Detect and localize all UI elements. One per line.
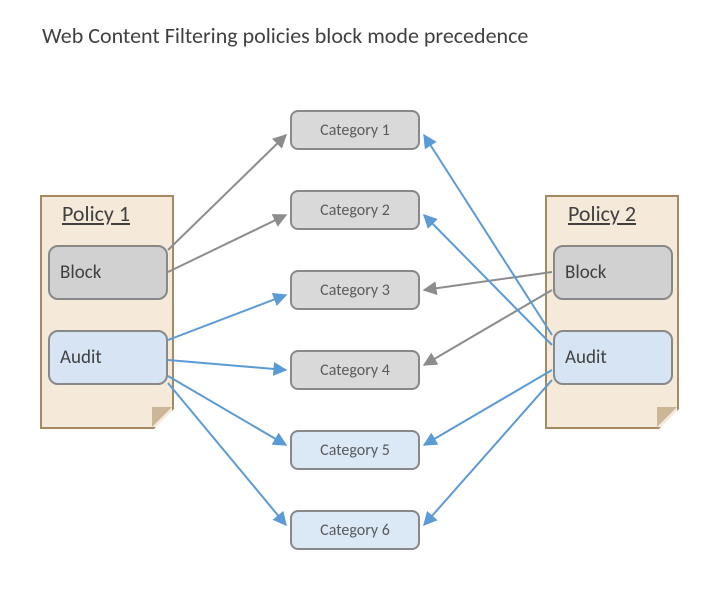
policy-1-audit-label: Audit [60,346,102,369]
arrow-p2audit-c1 [424,135,552,335]
arrow-p2audit-c6 [424,380,552,525]
arrow-p1block-c2 [168,215,286,272]
category-2-box: Category 2 [290,190,420,230]
policy-2-audit-box: Audit [553,330,673,385]
policy-2-container [545,195,679,429]
diagram-title: Web Content Filtering policies block mod… [42,22,528,49]
category-3-box: Category 3 [290,270,420,310]
policy-1-title: Policy 1 [62,200,130,227]
policy-1-block-box: Block [48,245,168,300]
category-6-box: Category 6 [290,510,420,550]
arrow-p2audit-c5 [424,370,552,445]
policy-2-block-box: Block [553,245,673,300]
policy-2-title: Policy 2 [568,200,636,227]
policy-1-container [40,195,174,429]
policy-2-audit-label: Audit [565,346,607,369]
category-5-box: Category 5 [290,430,420,470]
policy-1-audit-box: Audit [48,330,168,385]
arrow-p2block-c4 [424,290,552,365]
policy-1-block-label: Block [60,261,101,284]
arrow-p2block-c3 [424,272,552,290]
arrow-p1audit-c4 [168,360,286,370]
arrow-p1audit-c5 [168,376,286,445]
policy-2-block-label: Block [565,261,606,284]
arrow-p1audit-c6 [168,383,286,525]
category-4-box: Category 4 [290,350,420,390]
category-1-box: Category 1 [290,110,420,150]
arrow-p2audit-c2 [424,215,552,345]
arrow-p1block-c1 [168,135,286,250]
arrow-p1audit-c3 [168,295,286,340]
